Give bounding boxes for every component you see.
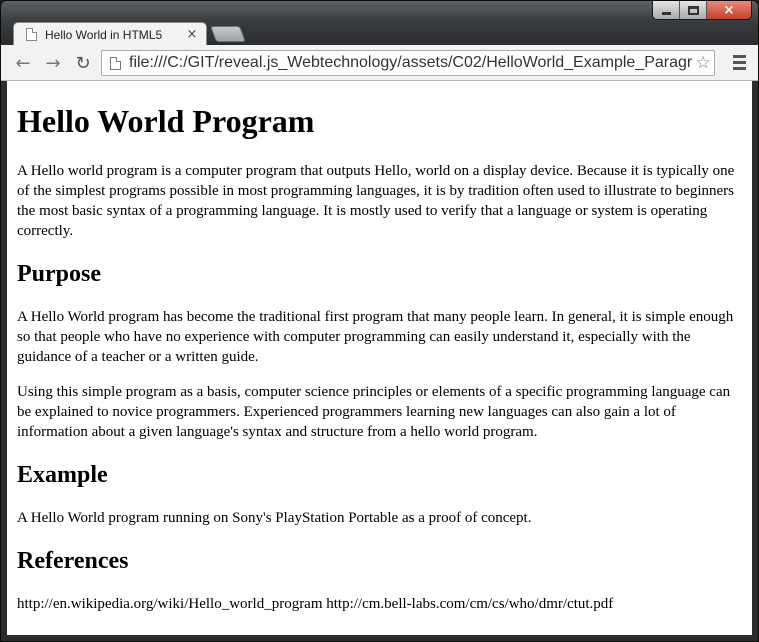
intro-paragraph: A Hello world program is a computer prog…	[17, 163, 735, 239]
back-arrow-icon: ←	[15, 52, 31, 74]
browser-window: × Hello World in HTML5 × ← → ↻ file:///C…	[0, 0, 759, 642]
hamburger-icon	[733, 55, 746, 58]
reload-button[interactable]: ↻	[71, 52, 95, 74]
new-tab-button[interactable]	[210, 26, 246, 42]
tab-strip: Hello World in HTML5 ×	[1, 1, 758, 46]
toolbar: ← → ↻ file:///C:/GIT/reveal.js_Webtechno…	[1, 45, 758, 81]
tab-close-icon[interactable]: ×	[184, 27, 200, 42]
forward-arrow-icon: →	[45, 52, 61, 74]
url-text[interactable]: file:///C:/GIT/reveal.js_Webtechnology/a…	[129, 54, 692, 72]
references-heading: References	[17, 548, 129, 574]
purpose-heading: Purpose	[17, 261, 101, 287]
back-button[interactable]: ←	[11, 52, 35, 74]
reload-icon: ↻	[75, 52, 91, 74]
tab-title: Hello World in HTML5	[45, 27, 163, 42]
menu-button[interactable]	[733, 55, 746, 70]
bookmark-star-icon[interactable]: ☆	[692, 53, 714, 73]
purpose-paragraph-2: Using this simple program as a basis, co…	[17, 384, 731, 440]
example-paragraph: A Hello World program running on Sony's …	[17, 510, 532, 526]
example-heading: Example	[17, 462, 108, 488]
purpose-paragraph-1: A Hello World program has become the tra…	[17, 309, 734, 365]
address-bar[interactable]: file:///C:/GIT/reveal.js_Webtechnology/a…	[101, 50, 715, 76]
page-title: Hello World Program	[17, 103, 315, 139]
tab-hello-world[interactable]: Hello World in HTML5 ×	[13, 22, 207, 46]
forward-button[interactable]: →	[41, 52, 65, 74]
document-icon	[26, 28, 37, 41]
page-icon	[110, 56, 121, 70]
references-paragraph: http://en.wikipedia.org/wiki/Hello_world…	[17, 596, 614, 612]
page-viewport: Hello World Program A Hello world progra…	[7, 81, 752, 635]
page-content: Hello World Program A Hello world progra…	[7, 103, 752, 614]
